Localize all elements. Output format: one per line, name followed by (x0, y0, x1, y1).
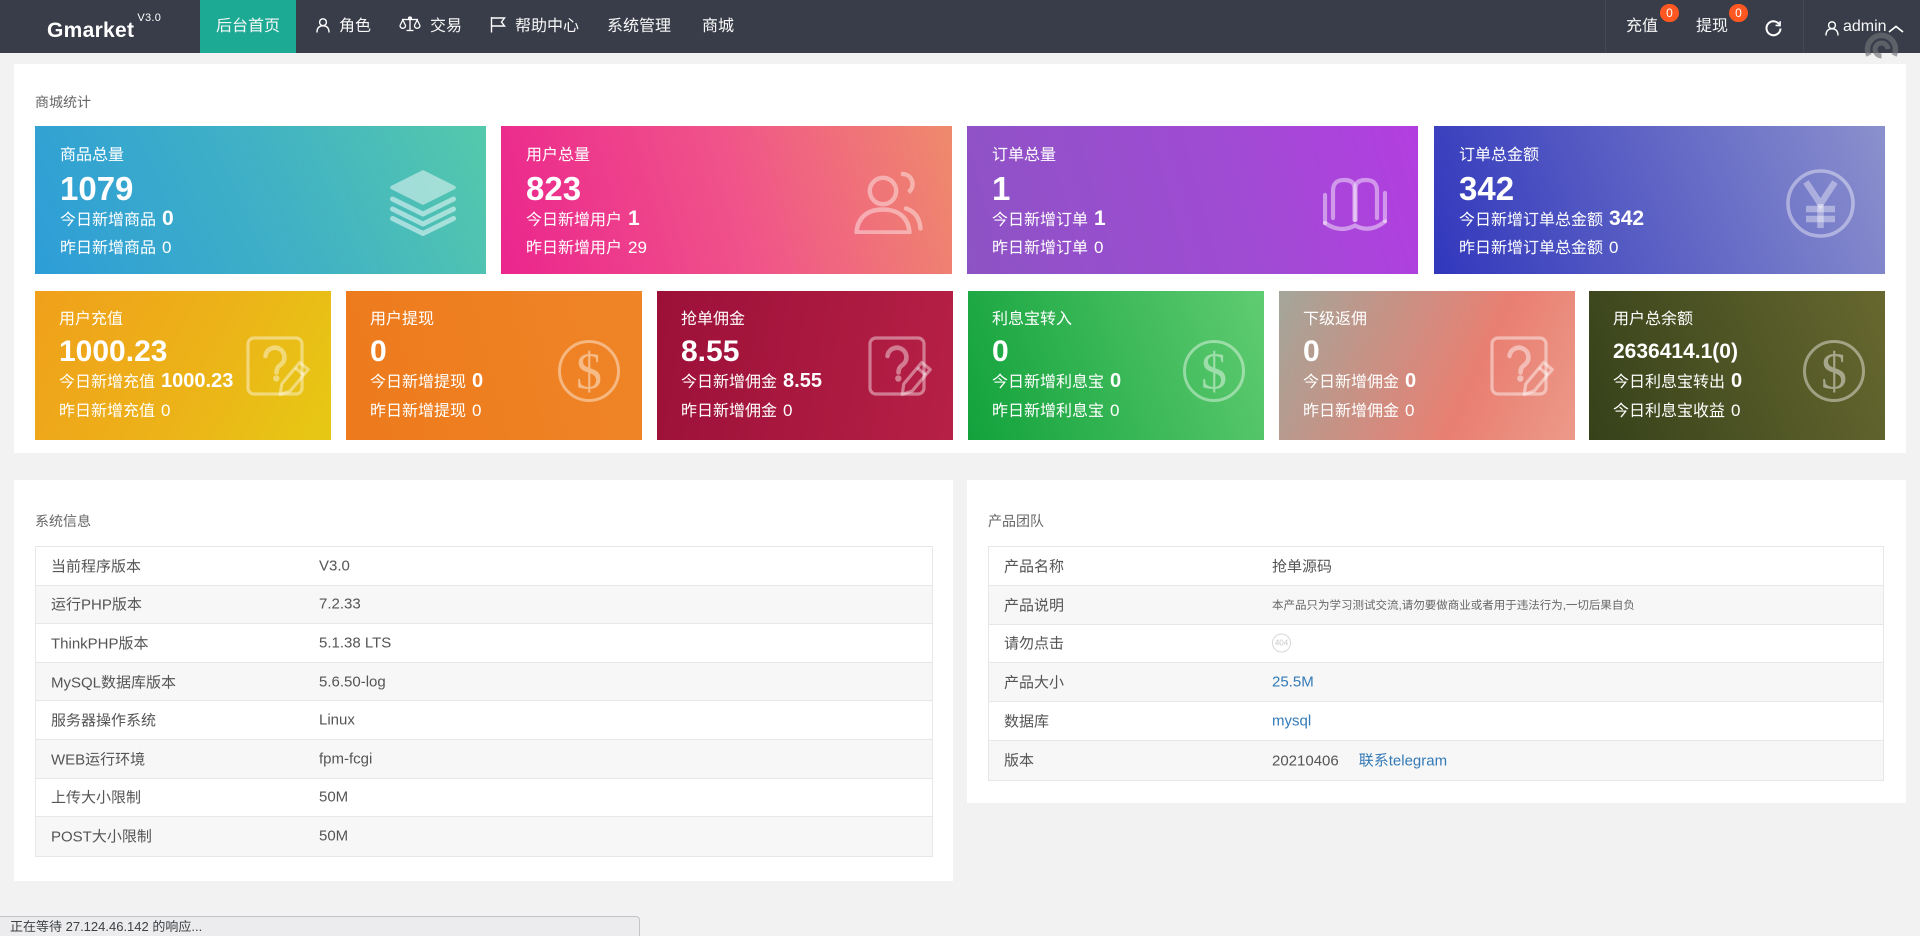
svg-text:$: $ (576, 344, 602, 401)
svg-text:$: $ (1821, 344, 1847, 401)
svg-text:$: $ (1201, 344, 1227, 401)
